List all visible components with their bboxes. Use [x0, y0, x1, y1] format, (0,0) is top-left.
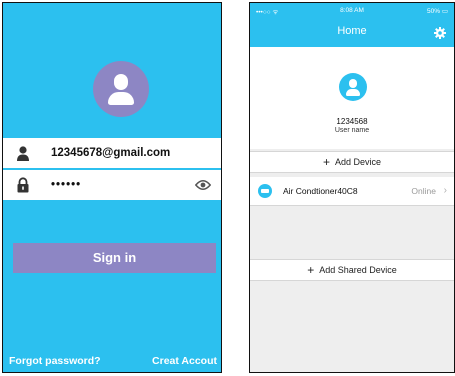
password-field[interactable]: ••••••	[3, 170, 221, 200]
profile-section: 1234568 User name	[250, 47, 454, 149]
status-bar: •••○○ ᯤ 8:08 AM 50% ▭	[250, 3, 454, 19]
home-screen: •••○○ ᯤ 8:08 AM 50% ▭ Home 1234568 User …	[249, 2, 455, 373]
air-conditioner-icon	[258, 184, 272, 198]
user-avatar-icon	[93, 61, 149, 117]
password-value: ••••••	[51, 179, 82, 191]
plus-icon: +	[322, 155, 330, 169]
user-avatar-icon[interactable]	[339, 73, 367, 101]
device-row[interactable]: Air Condtioner40C8 Online ›	[250, 177, 454, 206]
plus-icon: +	[307, 263, 315, 277]
device-name: Air Condtioner40C8	[283, 186, 358, 196]
status-time: 8:08 AM	[340, 7, 364, 14]
device-status: Online	[411, 186, 436, 196]
sign-in-button[interactable]: Sign in	[13, 243, 216, 273]
nav-bar: Home	[250, 19, 454, 47]
user-icon	[17, 146, 29, 161]
login-screen: 12345678@gmail.com •••••• Sign in Forgot…	[2, 2, 222, 373]
add-device-label: Add Device	[334, 157, 382, 167]
add-shared-device-label: Add Shared Device	[319, 265, 397, 275]
battery-indicator: 50% ▭	[427, 8, 448, 15]
email-value: 12345678@gmail.com	[51, 147, 171, 159]
page-title: Home	[337, 25, 367, 37]
chevron-right-icon: ›	[443, 185, 447, 196]
add-shared-device-button[interactable]: + Add Shared Device	[250, 259, 454, 281]
create-account-link[interactable]: Creat Accout	[152, 355, 217, 367]
lock-icon	[17, 177, 29, 193]
add-device-button[interactable]: + Add Device	[250, 151, 454, 173]
user-name-label: User name	[334, 127, 370, 134]
gear-icon[interactable]	[434, 27, 446, 39]
show-password-eye-icon[interactable]	[195, 179, 211, 191]
email-field[interactable]: 12345678@gmail.com	[3, 138, 221, 168]
user-id: 1234568	[336, 117, 368, 126]
forgot-password-link[interactable]: Forgot password?	[9, 355, 101, 367]
